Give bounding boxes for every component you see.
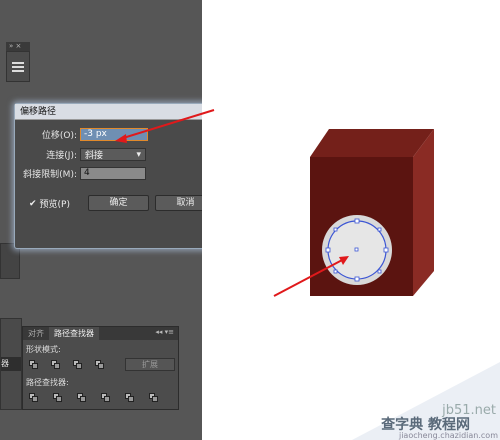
workspace-background: » × 器 偏移路径 位移(O): -3 px 连接(J): 斜接 ▾ 斜接限制…: [0, 0, 230, 440]
minus-back-icon[interactable]: [149, 393, 159, 402]
pathfinder-panel: 对齐 路径查找器 ◂◂ ▾≡ 形状模式: 扩展 路径查找器:: [22, 326, 179, 410]
offset-path-dialog: 偏移路径 位移(O): -3 px 连接(J): 斜接 ▾ 斜接限制(M): 4…: [14, 103, 230, 249]
join-label: 连接(J):: [46, 151, 77, 161]
minus-front-icon[interactable]: [51, 360, 61, 369]
collapsed-panel[interactable]: » ×: [6, 42, 30, 82]
offset-label: 位移(O):: [41, 131, 77, 141]
join-select[interactable]: 斜接 ▾: [80, 148, 146, 161]
artboard[interactable]: jb51.net 查字典 教程网 jiaocheng.chazidian.com: [202, 0, 500, 440]
panel-menu-icon[interactable]: ◂◂ ▾≡: [155, 328, 174, 336]
panel-header[interactable]: » ×: [6, 42, 30, 51]
divide-icon[interactable]: [29, 393, 39, 402]
preview-row: ✔ 预览(P): [29, 197, 70, 211]
box-side[interactable]: [413, 129, 434, 296]
miter-limit-input[interactable]: 4: [80, 167, 146, 180]
panel-tabs: 对齐 路径查找器 ◂◂ ▾≡: [23, 327, 178, 340]
checkmark-icon: ✔: [29, 198, 37, 209]
ok-button[interactable]: 确定: [88, 195, 149, 211]
box-top[interactable]: [310, 129, 434, 157]
pathfinders-label: 路径查找器:: [26, 378, 69, 387]
shape-modes-row: [29, 360, 105, 369]
merge-icon[interactable]: [77, 393, 87, 402]
chevron-down-icon: ▾: [136, 149, 141, 160]
artwork: [273, 129, 500, 440]
offset-input[interactable]: -3 px: [80, 128, 148, 141]
expand-button[interactable]: 扩展: [125, 358, 175, 371]
offset-row: 位移(O): -3 px: [15, 128, 148, 141]
tab-align[interactable]: 对齐: [23, 327, 49, 340]
join-select-value: 斜接: [85, 151, 104, 161]
dialog-title: 偏移路径: [15, 104, 229, 120]
miter-limit-label: 斜接限制(M):: [23, 170, 77, 180]
preview-checkbox[interactable]: ✔ 预览(P): [29, 197, 70, 211]
unite-icon[interactable]: [29, 360, 39, 369]
menu-icon[interactable]: [6, 51, 30, 82]
shape-modes-label: 形状模式:: [26, 345, 61, 354]
outline-icon[interactable]: [125, 393, 135, 402]
watermark-url: jiaocheng.chazidian.com: [398, 431, 498, 440]
pathfinders-row: [29, 393, 159, 402]
join-row: 连接(J): 斜接 ▾: [15, 148, 146, 161]
side-panel-label: 器: [1, 357, 21, 371]
trim-icon[interactable]: [53, 393, 63, 402]
preview-label: 预览(P): [39, 200, 70, 210]
crop-icon[interactable]: [101, 393, 111, 402]
miter-row: 斜接限制(M): 4: [15, 167, 146, 180]
side-panel-fragment-lower: 器: [0, 318, 22, 410]
exclude-icon[interactable]: [95, 360, 105, 369]
tab-pathfinder[interactable]: 路径查找器: [49, 327, 99, 340]
intersect-icon[interactable]: [73, 360, 83, 369]
